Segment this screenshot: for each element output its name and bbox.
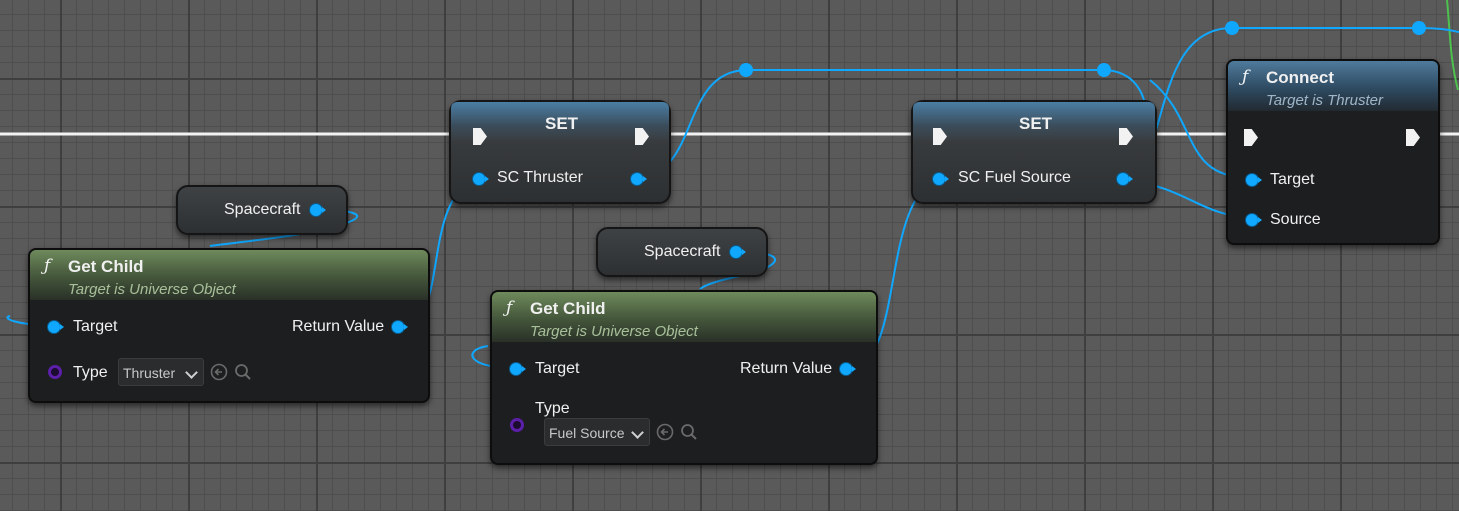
spacecraft-output-pin[interactable] <box>730 246 746 258</box>
node-title: SET <box>1019 114 1053 133</box>
set-variable-node[interactable]: SET SC Fuel Source <box>911 100 1157 204</box>
chevron-down-icon <box>631 426 644 439</box>
source-input-pin[interactable] <box>1246 214 1262 226</box>
spacecraft-output-pin[interactable] <box>310 204 326 216</box>
sc-thruster-input-pin[interactable] <box>473 173 489 185</box>
sc-thruster-output-pin[interactable] <box>631 173 647 185</box>
type-class-pin[interactable] <box>510 418 524 432</box>
return-value-output-pin[interactable] <box>840 363 856 375</box>
type-dropdown[interactable]: Fuel Source <box>544 418 650 446</box>
spacecraft-label: Spacecraft <box>224 201 301 218</box>
browse-asset-icon[interactable] <box>234 363 252 381</box>
type-dropdown[interactable]: Thruster <box>118 358 204 386</box>
chevron-down-icon <box>185 366 198 379</box>
type-dropdown-value: Fuel Source <box>549 425 625 441</box>
reroute-knot[interactable] <box>1097 63 1111 77</box>
source-label: Source <box>1270 211 1321 228</box>
exec-output-pin[interactable] <box>1406 129 1420 146</box>
type-label: Type <box>535 400 570 417</box>
node-title: Connect <box>1266 68 1334 87</box>
target-input-pin[interactable] <box>1246 174 1262 186</box>
use-selected-asset-icon[interactable] <box>210 363 228 381</box>
spacecraft-variable-node[interactable]: Spacecraft <box>176 185 348 235</box>
browse-asset-icon[interactable] <box>680 423 698 441</box>
node-subtitle: Target is Universe Object <box>68 281 236 298</box>
use-selected-asset-icon[interactable] <box>656 423 674 441</box>
return-value-label: Return Value <box>292 318 385 335</box>
type-dropdown-value: Thruster <box>123 365 176 381</box>
get-child-node[interactable]: ƒ Get Child Target is Universe Object Ta… <box>490 290 878 465</box>
target-label: Target <box>73 318 118 335</box>
reroute-knot[interactable] <box>1225 21 1239 35</box>
type-class-pin[interactable] <box>48 365 62 379</box>
spacecraft-variable-node[interactable]: Spacecraft <box>596 227 768 277</box>
connect-node[interactable]: ƒ Connect Target is Thruster Target Sour… <box>1226 59 1440 245</box>
sc-fuel-source-label: SC Fuel Source <box>958 169 1071 186</box>
target-label: Target <box>535 360 580 377</box>
return-value-output-pin[interactable] <box>392 321 408 333</box>
node-subtitle: Target is Universe Object <box>530 323 698 340</box>
function-icon: ƒ <box>44 256 51 276</box>
function-icon: ƒ <box>506 298 513 318</box>
node-title: Get Child <box>530 299 606 318</box>
green-wire <box>1446 0 1459 91</box>
function-icon: ƒ <box>1242 67 1249 87</box>
sc-fuel-source-output-pin[interactable] <box>1117 173 1133 185</box>
sc-fuel-source-input-pin[interactable] <box>933 173 949 185</box>
spacecraft-label: Spacecraft <box>644 243 721 260</box>
sc-thruster-label: SC Thruster <box>497 169 583 186</box>
type-label: Type <box>73 364 108 381</box>
node-title: SET <box>545 114 579 133</box>
set-variable-node[interactable]: SET SC Thruster <box>449 100 671 204</box>
target-input-pin[interactable] <box>48 321 64 333</box>
target-label: Target <box>1270 171 1315 188</box>
return-value-label: Return Value <box>740 360 833 377</box>
get-child-node[interactable]: ƒ Get Child Target is Universe Object Ta… <box>28 248 430 403</box>
exec-input-pin[interactable] <box>1244 129 1258 146</box>
reroute-knot[interactable] <box>1412 21 1426 35</box>
reroute-knot[interactable] <box>739 63 753 77</box>
node-title: Get Child <box>68 257 144 276</box>
node-subtitle: Target is Thruster <box>1266 92 1383 109</box>
target-input-pin[interactable] <box>510 363 526 375</box>
